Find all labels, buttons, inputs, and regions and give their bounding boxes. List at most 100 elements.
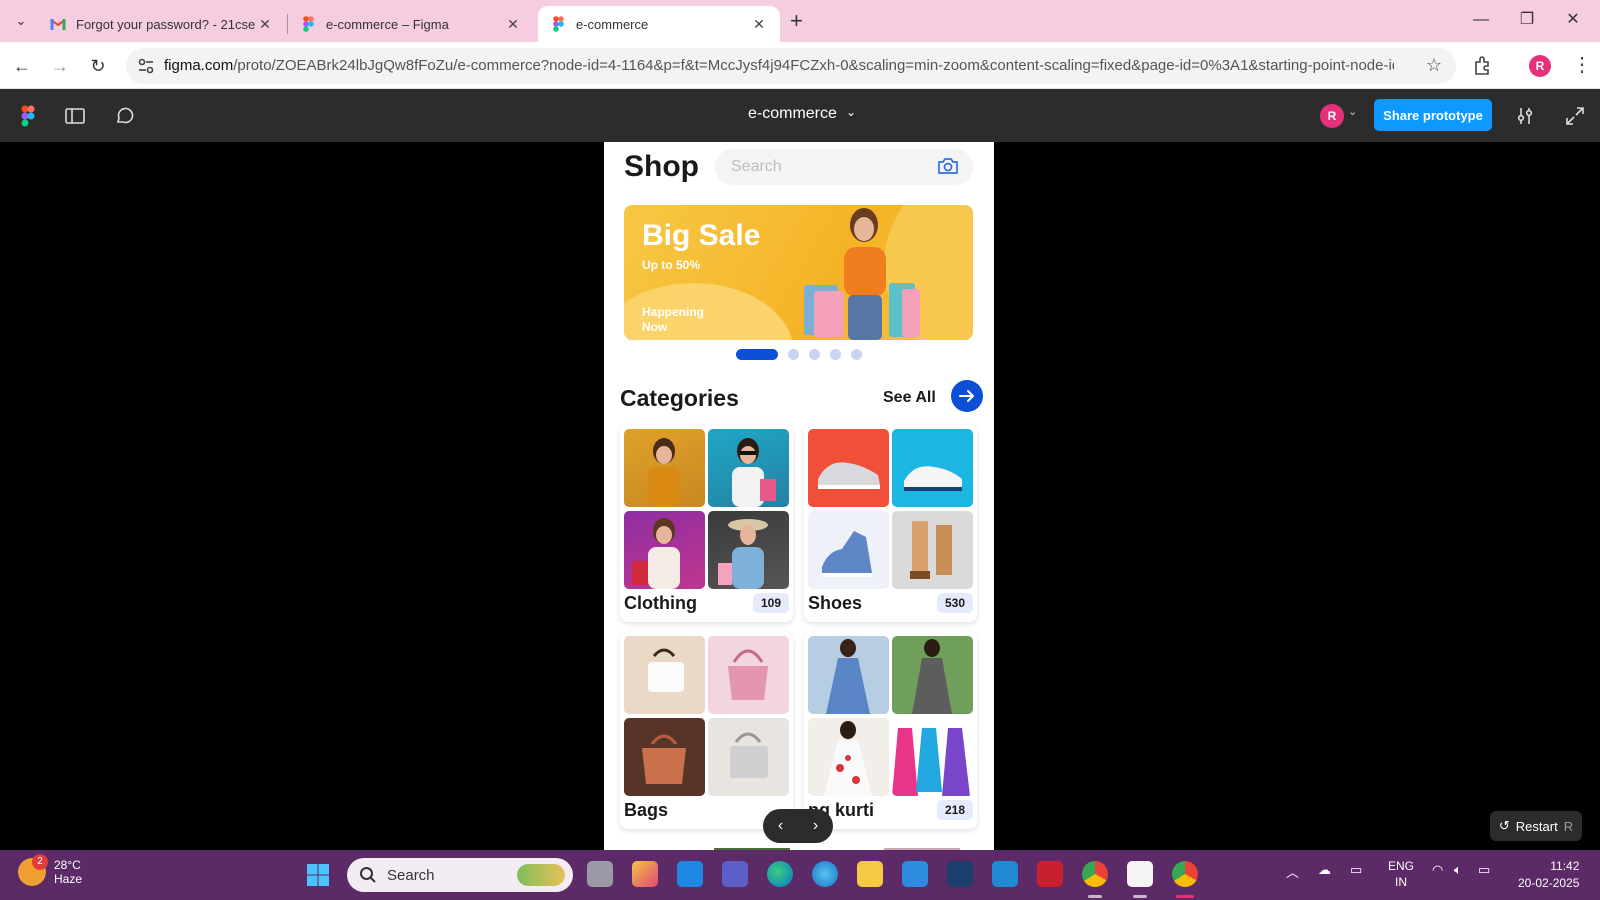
fullscreen-icon[interactable] (1563, 104, 1587, 128)
tab-search-button[interactable]: ⌄ (8, 8, 34, 34)
category-card-bags[interactable]: Bags (620, 632, 793, 829)
task-view-icon[interactable] (587, 861, 613, 887)
vscode-icon[interactable] (992, 861, 1018, 887)
tray-overflow-icon[interactable]: ︿ (1286, 862, 1299, 881)
carousel-dot[interactable] (809, 348, 820, 360)
close-tab-icon[interactable]: ✕ (750, 16, 768, 33)
address-bar[interactable]: figma.com/proto/ZOEABrk24lbJgQw8fFoZu/e-… (126, 48, 1456, 84)
system-clock[interactable]: 11:42 20-02-2025 (1518, 858, 1579, 892)
tab-title: e-commerce – Figma (326, 16, 449, 32)
close-tab-icon[interactable]: ✕ (504, 16, 522, 33)
prototype-nav: ‹ › (763, 809, 833, 843)
sidebar-toggle-icon[interactable] (63, 104, 87, 128)
see-all-arrow-button[interactable] (951, 380, 983, 412)
wifi-icon[interactable]: ◠ (1432, 862, 1443, 878)
browser-menu-icon[interactable]: ⋮ (1572, 52, 1592, 77)
minimize-button[interactable]: — (1458, 6, 1504, 34)
chevron-down-icon[interactable]: ⌄ (846, 105, 856, 119)
restart-icon: ↺ (1498, 818, 1510, 833)
widgets-app-icon[interactable] (632, 861, 658, 887)
category-card-shoes[interactable]: Shoes 530 (804, 425, 977, 622)
share-prototype-button[interactable]: Share prototype (1374, 99, 1492, 131)
close-tab-icon[interactable]: ✕ (256, 16, 274, 33)
notepad-icon[interactable] (1127, 861, 1153, 887)
edge-icon[interactable] (767, 861, 793, 887)
next-frame-button[interactable]: › (813, 817, 818, 835)
copilot-icon[interactable] (812, 861, 838, 887)
browser-toolbar: ← → ↻ figma.com/proto/ZOEABrk24lbJgQw8fF… (0, 42, 1600, 89)
chrome-icon[interactable] (1082, 861, 1108, 887)
new-tab-button[interactable]: + (790, 8, 803, 34)
pink-handbag-image (728, 649, 768, 700)
reload-button[interactable]: ↻ (84, 52, 112, 80)
restore-button[interactable]: ❐ (1504, 6, 1550, 34)
banner-tagline: Happening Now (642, 305, 704, 334)
tab-figma-editor[interactable]: e-commerce – Figma ✕ (288, 6, 534, 42)
blue-kurti-image (826, 639, 870, 714)
windows-taskbar: 2 28°C Haze Search ︿ ☁ ▭ ENG IN ◠ 🔈︎ ▭ 1… (0, 850, 1600, 900)
file-title[interactable]: e-commerce (748, 105, 837, 123)
category-thumbnail (892, 429, 973, 507)
category-thumbnail (624, 511, 705, 589)
extensions-icon[interactable] (1472, 54, 1494, 81)
forward-button[interactable]: → (46, 52, 74, 80)
comment-icon[interactable] (113, 104, 137, 128)
see-all-link[interactable]: See All (883, 389, 936, 407)
bookmark-star-icon[interactable]: ☆ (1426, 55, 1442, 76)
language-region: IN (1395, 875, 1407, 889)
chevron-down-icon[interactable]: ⌄ (1348, 105, 1357, 118)
section-title: Categories (620, 385, 739, 411)
mcafee-icon[interactable] (1037, 861, 1063, 887)
category-card-clothing[interactable]: Clothing 109 (620, 425, 793, 622)
carousel-dot[interactable] (788, 348, 799, 360)
language-indicator[interactable]: ENG IN (1388, 858, 1414, 890)
carousel-dot[interactable] (851, 348, 862, 360)
weather-icon: 2 (18, 854, 48, 886)
tab-gmail[interactable]: Forgot your password? - 21cse ✕ (38, 6, 286, 42)
site-settings-icon[interactable] (136, 56, 156, 76)
speaker-muted-icon[interactable]: 🔈︎ (1454, 862, 1462, 878)
windows-start-icon[interactable] (306, 863, 330, 887)
previous-frame-button[interactable]: ‹ (778, 817, 783, 835)
gmail-icon (50, 16, 66, 32)
category-name: Bags (624, 800, 669, 820)
settings-sliders-icon[interactable] (1513, 104, 1537, 128)
onedrive-icon[interactable]: ☁ (1318, 862, 1331, 878)
profile-avatar[interactable]: R (1529, 55, 1551, 77)
restart-button[interactable]: ↺ Restart R (1490, 811, 1582, 841)
battery-icon[interactable]: ▭ (1478, 862, 1490, 878)
carousel-indicator (736, 348, 862, 360)
figma-icon (300, 16, 316, 32)
active-indicator (1176, 895, 1194, 898)
snipping-tool-icon[interactable] (947, 861, 973, 887)
mysql-workbench-icon[interactable] (902, 861, 928, 887)
close-window-button[interactable]: ✕ (1550, 6, 1596, 34)
url-host: figma.com (164, 57, 234, 74)
weather-condition: Haze (54, 872, 83, 886)
carousel-dot[interactable] (736, 348, 778, 360)
sale-banner[interactable]: Big Sale Up to 50% Happening Now (624, 205, 973, 340)
white-sneaker-image (904, 466, 962, 491)
category-card-long-kurti[interactable]: ng kurti 218 (804, 632, 977, 829)
model-with-bags-image (804, 208, 920, 340)
category-name: Shoes (808, 593, 863, 613)
taskbar-search[interactable]: Search (347, 858, 573, 892)
teams-icon[interactable] (722, 861, 748, 887)
category-count-badge: 218 (936, 800, 973, 820)
camera-icon[interactable] (937, 156, 959, 176)
carousel-dot[interactable] (830, 348, 841, 360)
tab-prototype[interactable]: e-commerce ✕ (538, 6, 780, 42)
file-explorer-icon[interactable] (857, 861, 883, 887)
user-avatar[interactable]: R (1320, 104, 1344, 128)
chrome-profile-icon[interactable] (1172, 861, 1198, 887)
boots-image (910, 521, 952, 579)
category-thumbnail (708, 429, 789, 507)
category-thumbnail (624, 429, 705, 507)
back-button[interactable]: ← (8, 52, 36, 80)
weather-widget[interactable]: 2 28°C Haze (18, 854, 83, 886)
search-input[interactable]: Search (715, 149, 973, 185)
figma-logo-icon[interactable] (16, 104, 40, 128)
store-icon[interactable] (677, 861, 703, 887)
display-icon[interactable]: ▭ (1350, 862, 1362, 878)
arrow-right-icon (959, 390, 974, 402)
